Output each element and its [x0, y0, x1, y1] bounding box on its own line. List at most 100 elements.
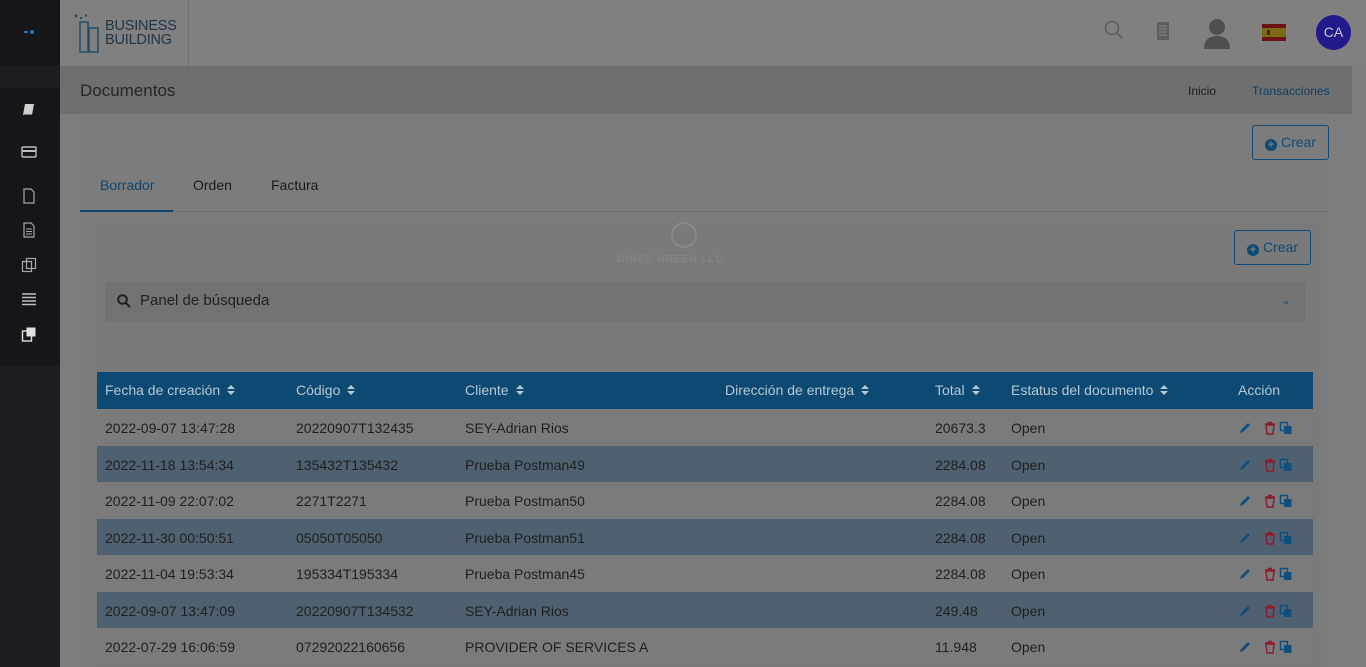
sidebar-menu [0, 88, 60, 366]
duplicate-icon[interactable] [1279, 604, 1293, 618]
delete-icon[interactable] [1263, 604, 1277, 618]
cell-fecha: 2022-11-30 00:50:51 [105, 529, 234, 546]
search-panel-toggle[interactable]: Panel de búsqueda ⌄ [105, 282, 1305, 322]
file-text-icon[interactable] [20, 222, 38, 240]
breadcrumb-home[interactable]: Inicio [1188, 84, 1216, 98]
file-icon[interactable] [20, 188, 38, 206]
duplicate-icon[interactable] [1279, 421, 1293, 435]
plus-circle-icon: + [1246, 244, 1259, 256]
building-logo-icon [74, 14, 99, 53]
table-row[interactable]: 2022-09-07 13:47:09 20220907T134532 SEY-Ad… [97, 591, 1313, 628]
chevron-down-icon: ⌄ [1281, 295, 1291, 307]
delete-icon[interactable] [1263, 494, 1277, 508]
breadcrumb-current[interactable]: Transacciones [1252, 84, 1330, 98]
spain-flag-icon[interactable] [1262, 24, 1286, 46]
page-title: Documentos [80, 81, 176, 100]
column-header-estatus[interactable]: Estatus del documento [1011, 382, 1169, 398]
delete-icon[interactable] [1263, 531, 1277, 545]
credit-card-icon[interactable] [20, 144, 38, 162]
edit-icon[interactable] [1238, 421, 1252, 435]
delete-icon[interactable] [1263, 421, 1277, 435]
cell-cliente: SEY-Adrian Rios [465, 602, 569, 619]
duplicate-icon[interactable] [1279, 531, 1293, 545]
document-tabs: Borrador Orden Factura [80, 164, 1329, 212]
cell-cliente: SEY-Adrian Rios [465, 420, 569, 436]
page-scrollbar[interactable] [1352, 66, 1366, 667]
sidebar-logo[interactable] [0, 0, 60, 66]
delete-icon[interactable] [1263, 567, 1277, 581]
column-header-total[interactable]: Total [935, 382, 980, 398]
duplicate-icon[interactable] [1279, 458, 1293, 472]
cell-estatus: Open [1011, 566, 1046, 582]
tab-factura[interactable]: Factura [271, 177, 318, 193]
copy-icon[interactable] [20, 257, 38, 275]
sort-icon[interactable] [347, 385, 356, 396]
cell-fecha: 2022-11-09 22:07:02 [105, 493, 234, 509]
edit-icon[interactable] [1238, 604, 1252, 618]
sort-icon[interactable] [515, 385, 524, 396]
duplicate-icon[interactable] [1279, 494, 1293, 508]
column-header-cliente[interactable]: Cliente [465, 382, 524, 398]
table-row[interactable]: 2022-11-04 19:53:34 195334T195334 Prueba P… [97, 555, 1313, 592]
cell-codigo: 05050T05050 [296, 529, 383, 546]
delete-icon[interactable] [1263, 640, 1277, 654]
cell-codigo: 07292022160656 [296, 639, 406, 655]
cell-fecha: 2022-11-18 13:54:34 [105, 456, 234, 473]
edit-icon[interactable] [1238, 458, 1252, 472]
create-document-button[interactable]: + Crear [1252, 125, 1329, 160]
cell-fecha: 2022-07-29 16:06:59 [105, 639, 235, 655]
sort-icon[interactable] [1160, 385, 1169, 396]
search-panel-label: Panel de búsqueda [140, 292, 270, 309]
cell-codigo: 195334T195334 [296, 566, 398, 582]
plus-circle-icon: + [1264, 139, 1277, 151]
table-row[interactable]: 2022-09-07 13:47:28 20220907T132435 SEY-Ad… [97, 409, 1313, 446]
table-row[interactable]: 2022-11-18 13:54:34 135432T135432 Prueba P… [97, 445, 1313, 482]
delete-icon[interactable] [1263, 458, 1277, 472]
cell-total: 11.948 [935, 639, 977, 655]
logo-mark-icon [24, 30, 36, 34]
cell-total: 249.48 [935, 602, 978, 619]
search-icon [117, 294, 131, 308]
table-header: Fecha de creación Código Cliente Direcci… [97, 372, 1313, 409]
table-row[interactable]: 2022-11-30 00:50:51 05050T05050 Prueba Pos… [97, 518, 1313, 555]
cell-estatus: Open [1011, 602, 1046, 619]
duplicate-icon[interactable] [1279, 567, 1293, 581]
sort-icon[interactable] [861, 385, 870, 396]
user-avatar-icon[interactable] [1203, 17, 1231, 54]
cell-estatus: Open [1011, 456, 1046, 473]
cell-estatus: Open [1011, 493, 1046, 509]
cell-codigo: 20220907T132435 [296, 420, 414, 436]
create-draft-button[interactable]: + Crear [1234, 230, 1311, 265]
search-icon[interactable] [1104, 20, 1124, 45]
column-header-fecha[interactable]: Fecha de creación [105, 382, 236, 398]
brand-logo[interactable]: BUSINESS BUILDING [60, 0, 189, 66]
edit-icon[interactable] [1238, 531, 1252, 545]
cell-total: 20673.3 [935, 420, 986, 436]
table-row[interactable]: 2022-07-29 16:06:59 07292022160656 PROVIDE… [97, 628, 1313, 665]
duplicate-icon[interactable] [1279, 640, 1293, 654]
table-row[interactable]: 2022-11-09 22:07:02 2271T2271 Prueba Postm… [97, 482, 1313, 519]
cell-estatus: Open [1011, 639, 1046, 655]
page-header: Documentos Inicio Transacciones [60, 66, 1352, 114]
list-icon[interactable] [20, 291, 38, 309]
edit-icon[interactable] [1238, 640, 1252, 654]
edit-icon[interactable] [1238, 494, 1252, 508]
tab-orden[interactable]: Orden [193, 177, 232, 193]
book-icon[interactable] [20, 102, 38, 120]
user-initials-avatar[interactable]: CA [1316, 15, 1351, 50]
column-header-direccion[interactable]: Dirección de entrega [725, 382, 870, 398]
cell-total: 2284.08 [935, 529, 986, 546]
active-tab-indicator [80, 210, 173, 212]
sort-icon[interactable] [227, 385, 236, 396]
sort-icon[interactable] [971, 385, 980, 396]
clone-icon[interactable] [20, 326, 38, 344]
cell-codigo: 2271T2271 [296, 493, 367, 509]
brand-line-2: BUILDING [105, 32, 172, 48]
cell-codigo: 135432T135432 [296, 456, 398, 473]
column-header-codigo[interactable]: Código [296, 382, 356, 398]
cell-cliente: Prueba Postman50 [465, 493, 585, 509]
cell-total: 2284.08 [935, 493, 986, 509]
calculator-icon[interactable] [1156, 21, 1170, 46]
edit-icon[interactable] [1238, 567, 1252, 581]
tab-borrador[interactable]: Borrador [100, 177, 154, 193]
